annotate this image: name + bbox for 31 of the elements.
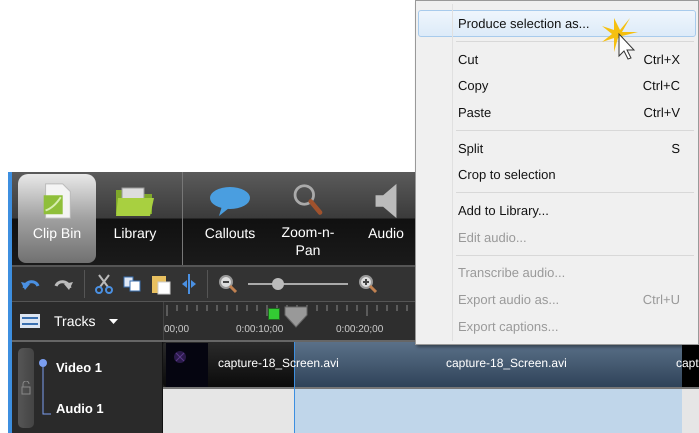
copy-icon[interactable] — [123, 276, 141, 292]
scissors-icon[interactable] — [95, 273, 113, 295]
split-icon[interactable] — [181, 273, 197, 295]
track-name: Audio 1 — [56, 400, 104, 416]
tracks-label[interactable]: Tracks — [54, 313, 96, 329]
playhead-handle[interactable] — [284, 306, 308, 328]
clip-label: capture-18_Screen.avi — [446, 356, 567, 370]
lock-icon — [21, 380, 31, 394]
time-label: 00;00 — [164, 324, 190, 335]
panel-tab[interactable]: Callouts — [191, 174, 269, 263]
zoom-out-icon[interactable] — [218, 274, 238, 294]
time-label: 0:00:10;00 — [236, 324, 284, 335]
slider-thumb[interactable] — [272, 278, 284, 290]
track-lock-handle[interactable] — [18, 348, 34, 428]
panel-tab[interactable]: Library — [96, 174, 174, 263]
time-label: 0:00:20;00 — [336, 324, 384, 335]
panel-tab[interactable]: Zoom-n-Pan — [269, 174, 347, 263]
menu-item[interactable]: Paste Ctrl+V — [418, 99, 696, 126]
track-link-drawing — [38, 358, 52, 418]
paste-icon[interactable] — [151, 273, 171, 295]
marker-icon[interactable] — [268, 308, 280, 320]
clip-label: capt — [676, 356, 699, 370]
tracks-icon[interactable] — [20, 314, 40, 328]
zoom-slider[interactable] — [248, 277, 348, 291]
menu-item[interactable]: Produce selection as... — [418, 10, 696, 37]
menu-item[interactable]: Split S — [418, 134, 696, 162]
zoom-in-icon[interactable] — [358, 274, 378, 294]
track-name: Video 1 — [56, 360, 104, 374]
caret-icon[interactable] — [109, 318, 118, 324]
menu-item[interactable]: Copy Ctrl+C — [418, 72, 696, 100]
menu-item[interactable]: Cut Ctrl+X — [418, 46, 696, 72]
